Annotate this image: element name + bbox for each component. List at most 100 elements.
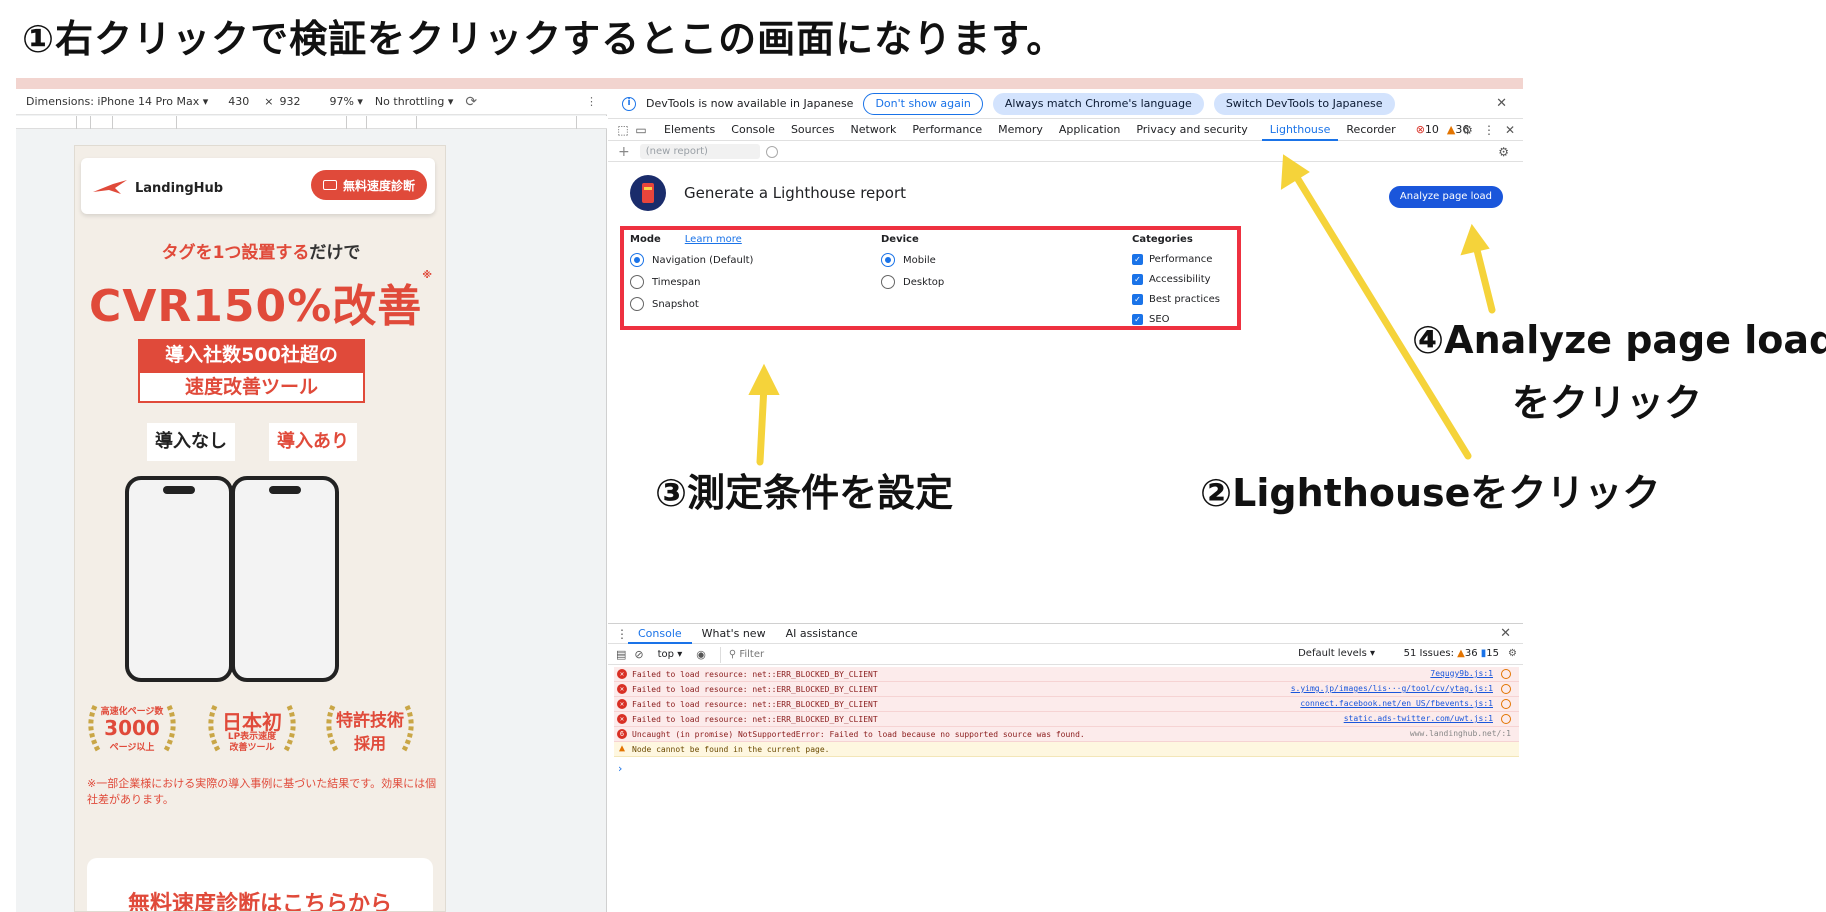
phone-mockup-with [231,476,339,682]
error-icon: ✕ [617,699,627,709]
kebab-icon[interactable]: ⋮ [586,95,597,108]
console-message-error[interactable]: ✕ Failed to load resource: net::ERR_BLOCK… [614,697,1519,712]
report-select[interactable]: (new report) [639,144,760,159]
tab-sources[interactable]: Sources [783,119,843,141]
label-with: 導入あり [269,423,357,461]
message-source-link[interactable]: connect.facebook.net/en_US/fbevents.js:1 [1300,699,1493,708]
infobar-message: DevTools is now available in Japanese [646,97,854,110]
drawer-kebab-icon[interactable]: ⋮ [616,627,628,641]
tutorial-screenshot: ①右クリックで検証をクリックするとこの画面になります。 Dimensions: … [0,0,1826,912]
devtools-close-icon[interactable]: ✕ [1505,123,1515,137]
error-icon: ✕ [617,669,627,679]
console-filter-input[interactable]: ⚲ Filter [719,646,1170,663]
warning-icon: ▲ [1457,648,1465,659]
media-query-ruler [16,116,607,129]
badge-mid: 3000 [104,716,160,740]
console-prompt[interactable]: › [618,762,622,775]
lp-cta-card[interactable]: 無料速度診断はこちらから [87,858,433,912]
logo-bird-icon [93,180,127,194]
tab-recorder[interactable]: Recorder [1338,119,1403,141]
tab-elements[interactable]: Elements [656,119,723,141]
new-report-plus-icon[interactable]: + [618,144,630,160]
filter-icon: ⚲ [728,648,740,660]
tab-memory[interactable]: Memory [990,119,1051,141]
clear-reports-icon[interactable] [765,145,778,158]
drawer-tab-ai-assistance[interactable]: AI assistance [776,624,868,644]
drawer-tab-whats-new[interactable]: What's new [692,624,776,644]
issues-warn-count: 36 [1464,648,1478,659]
annotation-step4-line1: ④Analyze page load [1412,318,1826,362]
lp-logo[interactable]: LandingHub [91,178,223,198]
message-source-link[interactable]: static.ads-twitter.com/uwt.js:1 [1344,714,1493,723]
lp-award-badges: 高速化ページ数 3000 ページ以上 日本初 LP表示速度 改善ツール 特許技術… [81,698,441,760]
tab-console[interactable]: Console [723,119,783,141]
message-source-link[interactable]: s.yimg.jp/images/lis···g/tool/cv/ytag.js… [1291,684,1493,693]
console-message-error[interactable]: ✕ Failed to load resource: net::ERR_BLOCK… [614,712,1519,727]
tab-network[interactable]: Network [842,119,904,141]
rotate-icon[interactable]: ⟳ [465,94,477,110]
award-badge: 特許技術 採用 [319,698,421,760]
infobar-close-icon[interactable]: ✕ [1496,96,1507,111]
console-settings-gear-icon[interactable]: ⚙ [1508,648,1517,659]
tagline-red: タグを1つ設置する [161,243,310,263]
devtools-window-controls: ⚙ ⋮ ✕ [1462,123,1515,137]
award-badge: 高速化ページ数 3000 ページ以上 [81,698,183,760]
eye-icon[interactable]: ◉ [696,648,706,661]
console-message-error-grouped[interactable]: 6 Uncaught (in promise) NotSupportedError… [614,727,1519,742]
dimensions-select[interactable]: Dimensions: iPhone 14 Pro Max ▾ [26,95,208,108]
headline-text: CVR150%改善 [89,281,423,332]
console-message-warning[interactable]: ▲ Node cannot be found in the current pag… [614,742,1519,757]
console-message-error[interactable]: ✕ Failed to load resource: net::ERR_BLOCK… [614,682,1519,697]
always-match-language-button[interactable]: Always match Chrome's language [992,92,1204,115]
settings-gear-icon[interactable]: ⚙ [1462,123,1473,137]
issues-info-count: 15 [1486,648,1499,659]
throttling-select[interactable]: No throttling ▾ [375,95,453,108]
tab-application[interactable]: Application [1051,119,1128,141]
console-toolbar: ▤ ⊘ top ▾ ◉ ⚲ Filter Default levels ▾ 51… [608,645,1523,665]
message-source-link[interactable]: 7equgy9b.js:1 [1430,669,1493,678]
lp-header-cta-button[interactable]: 無料速度診断 [310,170,427,200]
ai-hint-icon[interactable] [1501,684,1511,694]
tab-lighthouse[interactable]: Lighthouse [1261,119,1339,141]
drawer-close-icon[interactable]: ✕ [1500,626,1511,641]
inspect-element-icon[interactable]: ⬚ [616,123,630,137]
device-toggle-icon[interactable]: ▭ [634,123,648,137]
console-message-error[interactable]: ✕ Failed to load resource: net::ERR_BLOCK… [614,667,1519,682]
error-icon: ✕ [617,684,627,694]
tab-privacy-security[interactable]: Privacy and security [1128,119,1255,141]
device-emulation-pane: Dimensions: iPhone 14 Pro Max ▾ 430 × 93… [16,89,607,912]
switch-to-japanese-button[interactable]: Switch DevTools to Japanese [1213,92,1395,115]
width-input[interactable]: 430 [228,95,254,108]
dont-show-again-button[interactable]: Don't show again [863,92,983,115]
message-source-link[interactable]: www.landinghub.net/:1 [1410,729,1511,738]
console-messages: ✕ Failed to load resource: net::ERR_BLOCK… [614,667,1519,757]
monitor-icon [322,180,337,190]
headline-mark: ※ [422,270,433,281]
context-select[interactable]: top ▾ [658,649,683,660]
log-levels-select[interactable]: Default levels ▾ [1298,648,1375,659]
tab-performance[interactable]: Performance [904,119,990,141]
annotation-step4-line2: をクリック [1512,381,1703,425]
drawer-tab-console[interactable]: Console [628,624,692,644]
warning-icon: ▲ [618,743,626,754]
issues-counter[interactable]: 51 Issues: ▲36 ▮15 [1404,648,1499,659]
ai-hint-icon[interactable] [1501,699,1511,709]
lp-header: LandingHub 無料速度診断 [81,158,435,214]
devtools-kebab-icon[interactable]: ⋮ [1483,123,1495,137]
window-top-strip [16,78,1523,89]
analyze-page-load-button[interactable]: Analyze page load [1388,186,1503,208]
zoom-select[interactable]: 97% ▾ [329,95,362,108]
badge-mid: 特許技術 [336,711,404,731]
ai-hint-icon[interactable] [1501,669,1511,679]
device-toolbar: Dimensions: iPhone 14 Pro Max ▾ 430 × 93… [16,89,607,115]
clear-console-icon[interactable]: ⊘ [634,648,643,661]
ai-hint-icon[interactable] [1501,714,1511,724]
lighthouse-settings-gear-icon[interactable]: ⚙ [1498,145,1509,159]
lp-cta-card-label: 無料速度診断はこちらから [127,892,392,912]
tagline-black: だけで [309,243,361,263]
message-text: Failed to load resource: net::ERR_BLOCKE… [632,669,878,679]
height-input[interactable]: 932 [279,95,305,108]
label-without: 導入なし [147,423,235,461]
badge-bot: LP表示速度 改善ツール [227,732,277,753]
sidebar-toggle-icon[interactable]: ▤ [616,648,626,661]
